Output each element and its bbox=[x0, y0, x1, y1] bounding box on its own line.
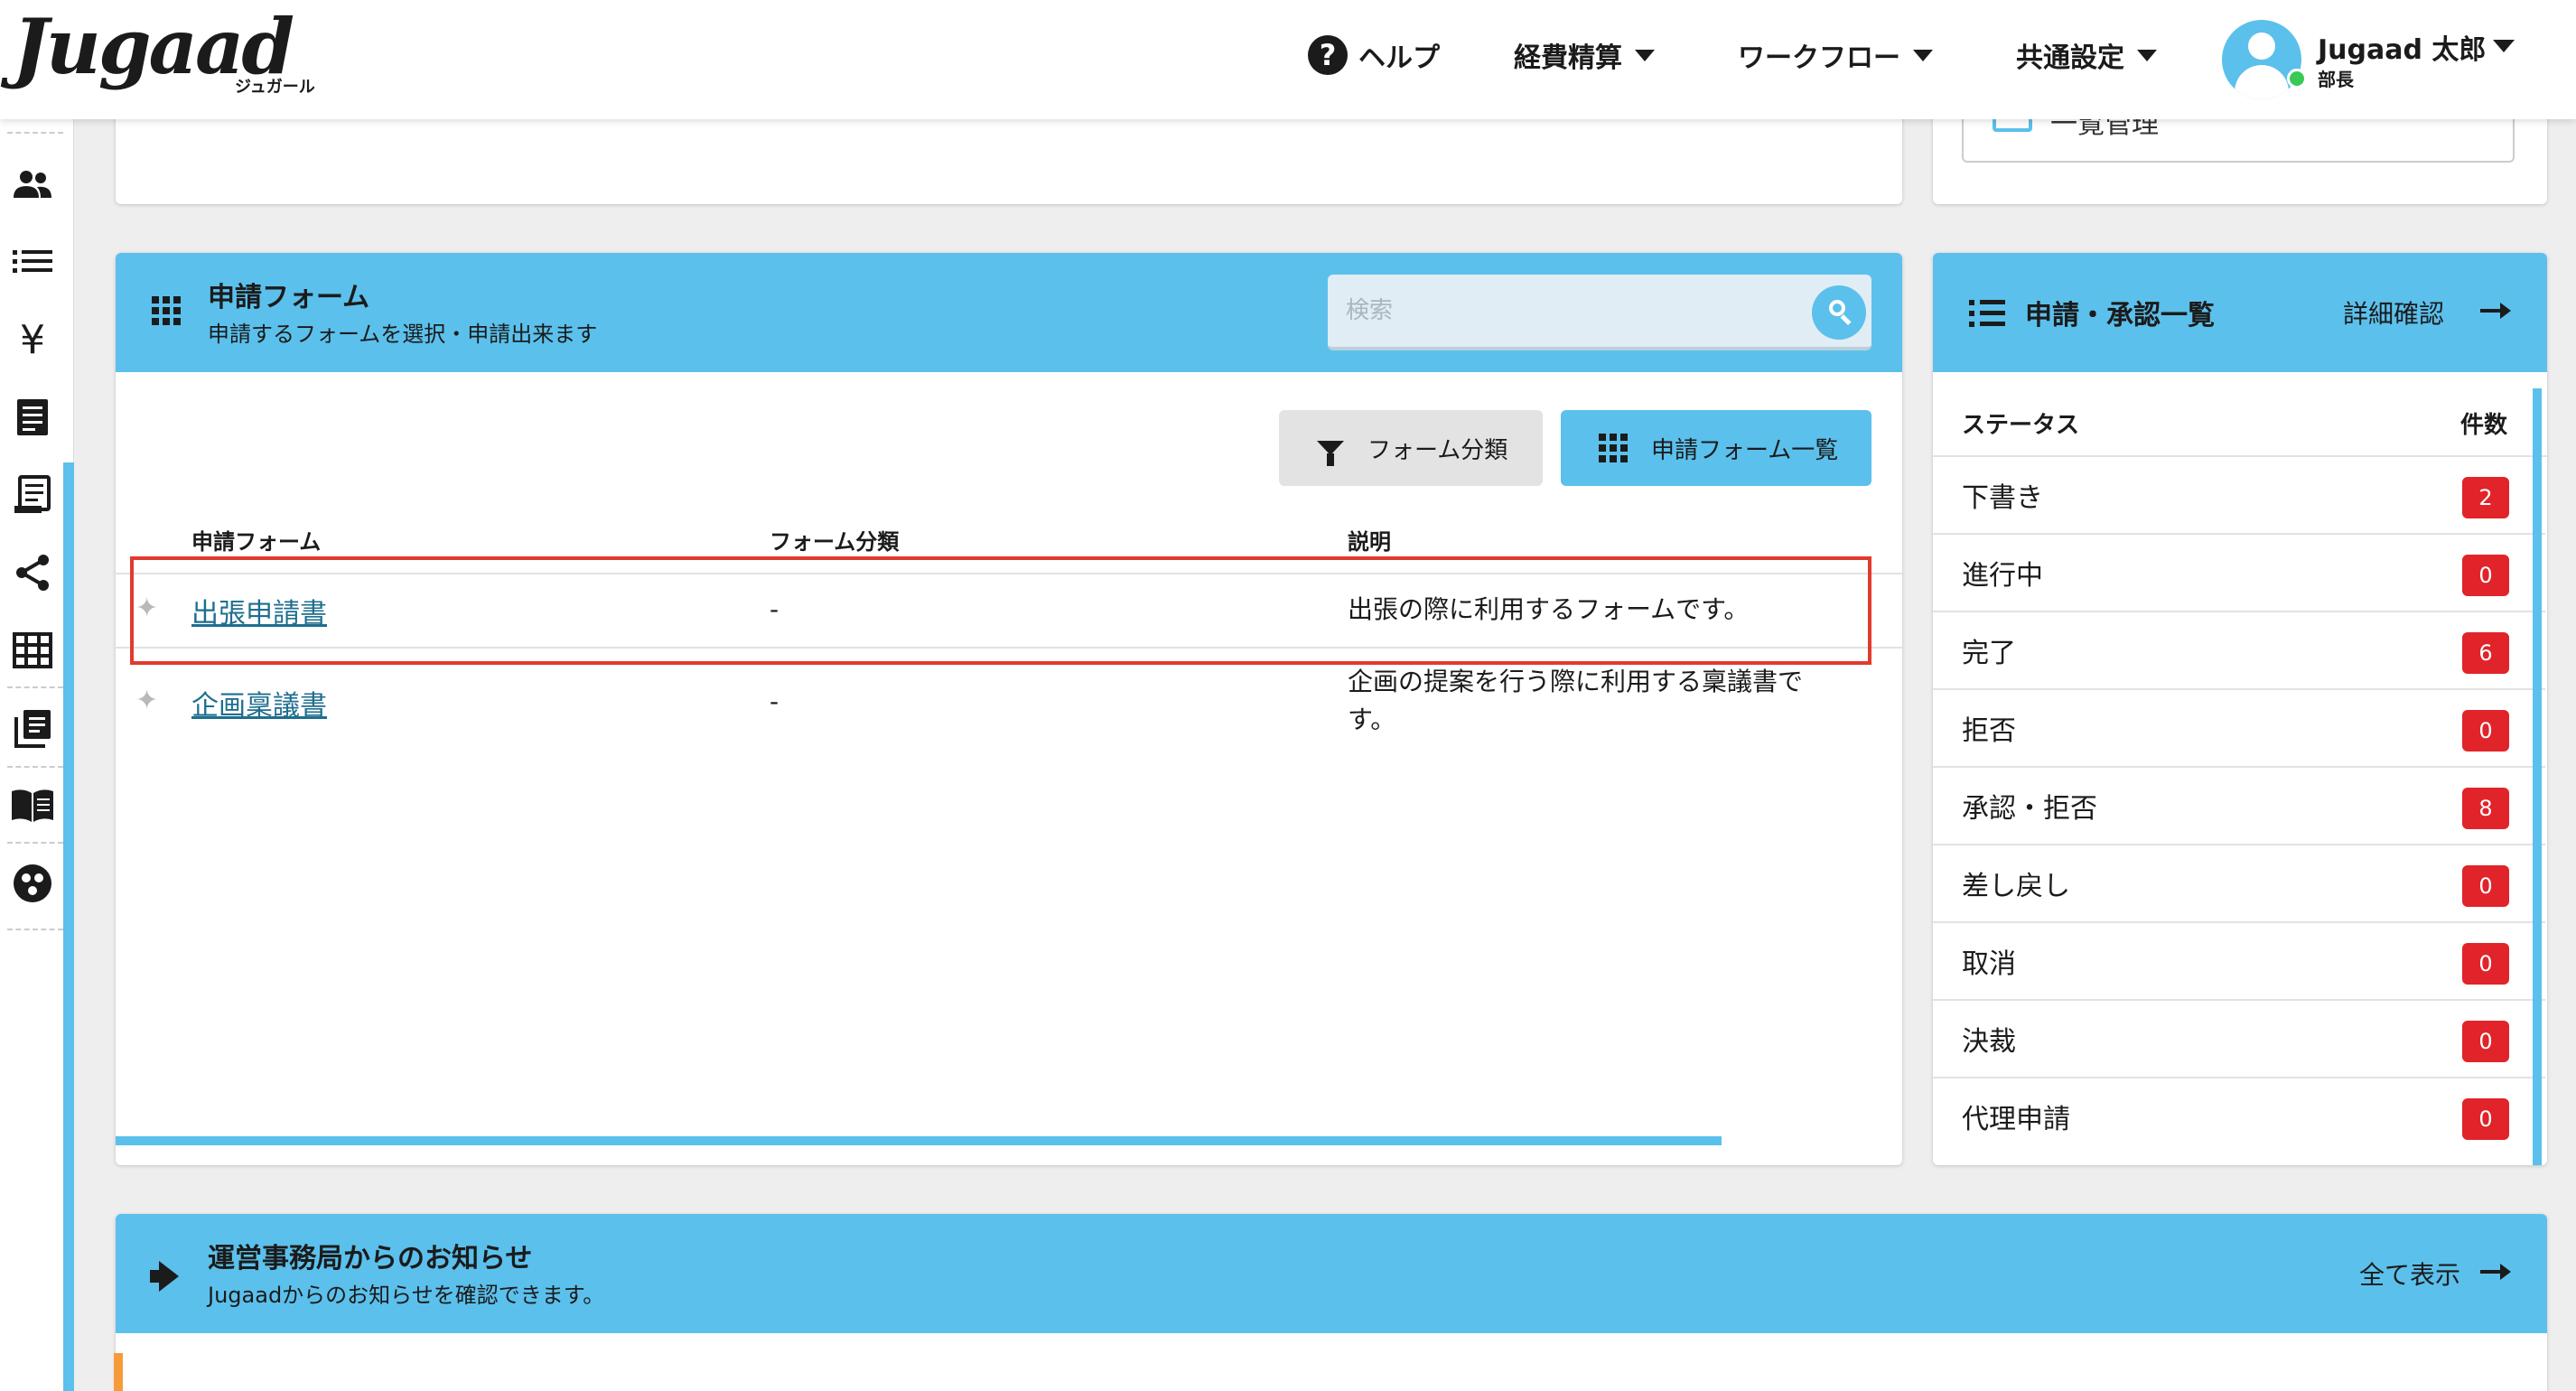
form-search-input[interactable] bbox=[1346, 275, 1797, 347]
users-icon[interactable] bbox=[9, 157, 56, 211]
count-badge: 0 bbox=[2462, 943, 2509, 985]
status-label: 承認・拒否 bbox=[1962, 793, 2097, 825]
user-role: 部長 bbox=[2318, 69, 2354, 90]
nav-common-settings[interactable]: 共通設定 bbox=[2016, 33, 2157, 78]
status-row-decided[interactable]: 決裁 0 bbox=[1933, 1001, 2545, 1078]
library-icon[interactable] bbox=[9, 701, 56, 755]
yen-icon[interactable]: ¥ bbox=[9, 313, 56, 367]
news-card-title: 運営事務局からのお知らせ bbox=[208, 1243, 533, 1274]
news-card-header: 運営事務局からのお知らせ Jugaadからのお知らせを確認できます。 全て表示 bbox=[116, 1214, 2547, 1333]
news-item-accent bbox=[114, 1353, 123, 1391]
count-badge: 0 bbox=[2462, 1098, 2509, 1140]
nav-common-label: 共通設定 bbox=[2016, 42, 2124, 74]
user-name[interactable]: Jugaad 太郎 bbox=[2318, 27, 2486, 67]
document-icon[interactable] bbox=[9, 468, 56, 522]
show-all-link[interactable]: 全て表示 bbox=[2359, 1256, 2460, 1292]
highlight-box bbox=[130, 556, 1871, 665]
chevron-down-icon bbox=[1913, 49, 1933, 61]
column-header-count: 件数 bbox=[2460, 412, 2508, 439]
status-label: 完了 bbox=[1962, 638, 2016, 669]
detail-link[interactable]: 詳細確認 bbox=[2343, 294, 2444, 331]
count-badge: 6 bbox=[2462, 632, 2509, 674]
sidebar-scroll-indicator bbox=[63, 462, 74, 1391]
status-label: 差し戻し bbox=[1962, 871, 2070, 902]
column-header-status: ステータス bbox=[1962, 412, 2080, 439]
count-badge: 2 bbox=[2462, 477, 2509, 518]
status-label: 取消 bbox=[1962, 948, 2016, 980]
grid-icon bbox=[152, 296, 181, 325]
logo-subtext: ジュガール bbox=[235, 78, 315, 97]
row-description-line1: 企画の提案を行う際に利用する稟議書で bbox=[1348, 667, 1804, 696]
sidebar: ¥ bbox=[0, 119, 74, 1391]
status-row-completed[interactable]: 完了 6 bbox=[1933, 612, 2545, 690]
news-card: 運営事務局からのお知らせ Jugaadからのお知らせを確認できます。 全て表示 bbox=[116, 1214, 2547, 1391]
nav-help[interactable]: ? ヘルプ bbox=[1308, 33, 1440, 78]
status-label: 代理申請 bbox=[1962, 1104, 2070, 1135]
megaphone-icon bbox=[146, 1257, 191, 1293]
share-icon[interactable] bbox=[9, 546, 56, 600]
status-card-title: 申請・承認一覧 bbox=[2025, 300, 2215, 331]
column-header-description: 説明 bbox=[1348, 529, 1391, 555]
status-row-proxy[interactable]: 代理申請 0 bbox=[1933, 1078, 2545, 1156]
count-badge: 8 bbox=[2462, 788, 2509, 829]
filter-icon bbox=[1317, 441, 1344, 466]
application-form-card: 申請フォーム 申請するフォームを選択・申請出来ます フォーム分類 申請フォーム一… bbox=[116, 253, 1902, 1165]
row-description-line2: す。 bbox=[1348, 705, 1396, 734]
status-label: 拒否 bbox=[1962, 715, 2016, 747]
form-list-button[interactable]: 申請フォーム一覧 bbox=[1561, 410, 1871, 486]
count-badge: 0 bbox=[2462, 865, 2509, 907]
status-label: 決裁 bbox=[1962, 1026, 2016, 1058]
avatar[interactable] bbox=[2222, 20, 2301, 99]
form-list-button-label: 申請フォーム一覧 bbox=[1651, 436, 1839, 464]
nav-workflow-label: ワークフロー bbox=[1738, 42, 1900, 74]
support-icon[interactable] bbox=[9, 856, 56, 910]
chevron-down-icon bbox=[2137, 49, 2157, 61]
user-menu-chevron-icon[interactable] bbox=[2493, 40, 2515, 52]
status-row-approve-reject[interactable]: 承認・拒否 8 bbox=[1933, 768, 2545, 845]
status-card-scroll-indicator[interactable] bbox=[2533, 388, 2542, 1165]
table-icon[interactable] bbox=[9, 623, 56, 677]
pin-icon[interactable]: ✦ bbox=[135, 685, 158, 716]
status-row-returned[interactable]: 差し戻し 0 bbox=[1933, 845, 2545, 923]
nav-expense-label: 経費精算 bbox=[1514, 42, 1622, 74]
search-button[interactable] bbox=[1812, 285, 1866, 340]
status-row-cancelled[interactable]: 取消 0 bbox=[1933, 923, 2545, 1001]
form-category-button-label: フォーム分類 bbox=[1367, 436, 1508, 464]
form-category-button[interactable]: フォーム分類 bbox=[1279, 410, 1543, 486]
top-header: Jugaad ジュガール ? ヘルプ 経費精算 ワークフロー 共通設定 Juga… bbox=[0, 0, 2576, 119]
news-card-subtitle: Jugaadからのお知らせを確認できます。 bbox=[208, 1283, 605, 1308]
status-row-draft[interactable]: 下書き 2 bbox=[1933, 457, 2545, 535]
nav-workflow[interactable]: ワークフロー bbox=[1738, 33, 1933, 78]
column-header-category: フォーム分類 bbox=[770, 529, 900, 555]
chevron-down-icon bbox=[1635, 49, 1655, 61]
form-card-subtitle: 申請するフォームを選択・申請出来ます bbox=[208, 322, 598, 347]
manual-book-icon[interactable] bbox=[9, 779, 56, 833]
status-label: 進行中 bbox=[1962, 560, 2043, 592]
row-category: - bbox=[770, 686, 779, 716]
status-card-header: 申請・承認一覧 詳細確認 bbox=[1933, 253, 2547, 372]
form-card-header: 申請フォーム 申請するフォームを選択・申請出来ます bbox=[116, 253, 1902, 372]
nav-help-label: ヘルプ bbox=[1358, 42, 1440, 74]
form-search-box bbox=[1328, 275, 1871, 350]
help-icon: ? bbox=[1308, 35, 1348, 75]
count-badge: 0 bbox=[2462, 1021, 2509, 1062]
jugaad-logo[interactable]: Jugaad ジュガール bbox=[13, 2, 320, 101]
online-status-dot bbox=[2287, 69, 2307, 89]
nav-expense[interactable]: 経費精算 bbox=[1514, 33, 1655, 78]
horizontal-scrollbar[interactable] bbox=[116, 1136, 1722, 1145]
application-status-card: 申請・承認一覧 詳細確認 ステータス 件数 下書き 2 進行中 0 完了 6 拒… bbox=[1933, 253, 2547, 1165]
status-row-in-progress[interactable]: 進行中 0 bbox=[1933, 535, 2545, 612]
count-badge: 0 bbox=[2462, 555, 2509, 596]
arrow-right-icon[interactable] bbox=[2480, 1264, 2511, 1280]
status-label: 下書き bbox=[1962, 482, 2043, 514]
status-row-rejected[interactable]: 拒否 0 bbox=[1933, 690, 2545, 768]
list-icon[interactable] bbox=[9, 235, 56, 289]
form-link-project-proposal[interactable]: 企画稟議書 bbox=[191, 683, 327, 723]
arrow-right-icon[interactable] bbox=[2480, 303, 2511, 319]
count-badge: 0 bbox=[2462, 710, 2509, 752]
grid-icon bbox=[1599, 434, 1628, 462]
column-header-form: 申請フォーム bbox=[191, 529, 322, 555]
form-card-title: 申請フォーム bbox=[208, 282, 370, 313]
receipt-icon[interactable] bbox=[9, 390, 56, 444]
